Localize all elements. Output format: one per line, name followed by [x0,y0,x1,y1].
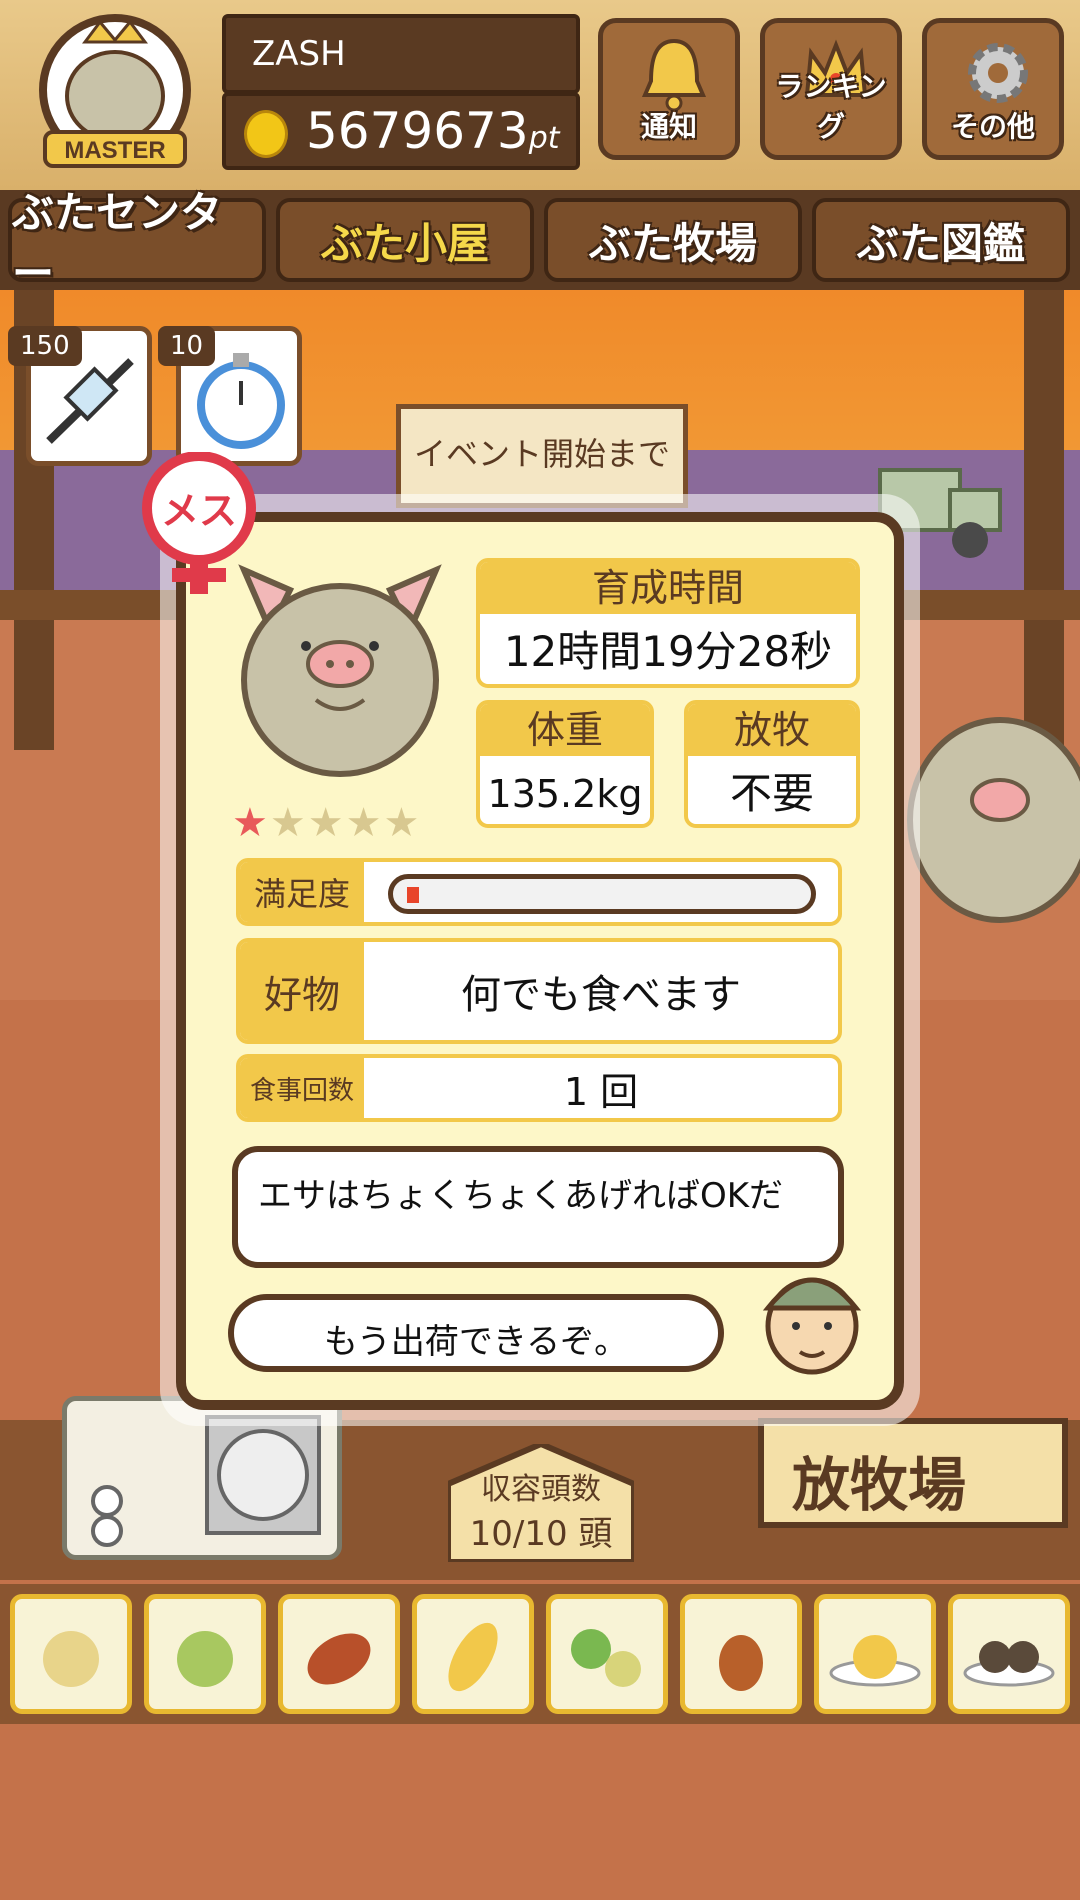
vegetables-icon [571,1629,641,1687]
speech-bubble-tip: エサはちょくちょくあげればOKだ [232,1146,844,1268]
background-pig [907,717,1080,923]
player-name-plate: ZASH [222,14,580,94]
speech-message-2: もう出荷できるぞ。 [323,1322,629,1362]
wooden-pillar-right [1024,290,1064,750]
ranking-label: ランキング [775,70,887,143]
grain-pile-icon [43,1631,99,1687]
tab-buta-goya[interactable]: ぶた小屋 [276,198,534,282]
satisfaction-meter-fill [407,887,419,903]
tab-buta-zukan[interactable]: ぶた図鑑 [812,198,1070,282]
points-display: 5679673pt [306,102,560,160]
stopwatch-count: 10 [158,326,216,366]
speech-bubble-shipping: もう出荷できるぞ。 [228,1294,724,1372]
event-sign-text: イベント開始まで [413,435,670,473]
bell-icon [641,38,707,112]
satisfaction-row: 満足度 [236,858,842,926]
food-slot-corn[interactable] [412,1594,534,1714]
main-tabs: ぶたセンター ぶた小屋 ぶた牧場 ぶた図鑑 [0,188,1080,298]
pasture-sign-button[interactable]: 放牧場 [758,1418,1068,1528]
points-plate: 5679673pt [222,92,580,170]
speech-message-1: エサはちょくちょくあげればOKだ [258,1176,784,1216]
growth-time-box: 育成時間 12時間19分28秒 [476,558,860,688]
truffle-plate-icon [963,1641,1055,1687]
other-button[interactable]: その他 [922,18,1064,160]
ranking-button[interactable]: ランキング [760,18,902,160]
capacity-sign: 収容頭数 10/10 頭 [448,1444,634,1562]
pig-portrait [238,564,442,777]
food-slot-sweet-potato[interactable] [278,1594,400,1714]
weight-box: 体重 135.2kg [476,700,654,828]
points-unit: pt [528,121,560,156]
syringe-count: 150 [8,326,82,366]
satisfaction-label: 満足度 [240,862,364,922]
meals-label: 食事回数 [240,1058,364,1118]
tab-buta-bokujo[interactable]: ぶた牧場 [544,198,802,282]
favorite-value: 何でも食べます [461,972,741,1018]
grazing-label: 放牧 [688,704,856,756]
food-bar [0,1584,1080,1724]
notification-label: 通知 [640,110,697,143]
food-slot-grain[interactable] [10,1594,132,1714]
acorn-icon [719,1635,763,1691]
food-slot-mixed-grain[interactable] [144,1594,266,1714]
mixed-grain-icon [177,1631,233,1687]
corn-icon [448,1622,498,1692]
favorite-food-row: 好物 何でも食べます [236,938,842,1044]
capacity-label: 収容頭数 [481,1472,601,1507]
star-filled-icon: ★ [232,800,270,846]
tab-buta-center[interactable]: ぶたセンター [8,188,266,298]
header: MASTER ZASH 5679673pt 通知 ランキング その他 [0,0,1080,190]
player-name: ZASH [252,34,346,74]
meals-value: 1 回 [563,1069,639,1114]
farmer-face-icon [762,1277,862,1375]
pasture-sign-label: 放牧場 [792,1451,967,1519]
weight-label: 体重 [480,704,650,756]
star-empty-icon: ★★★★ [269,800,422,846]
gear-icon [968,43,1028,103]
grain-plate-icon [829,1635,921,1687]
master-badge-label: MASTER [64,137,165,164]
favorite-label: 好物 [240,942,364,1040]
coin-icon [244,110,288,158]
sweet-potato-icon [307,1633,371,1685]
weight-value: 135.2kg [487,772,643,816]
growth-time-value: 12時間19分28秒 [503,627,833,676]
food-slot-truffle-plate[interactable] [948,1594,1070,1714]
satisfaction-meter [388,874,816,914]
grazing-box: 放牧 不要 [684,700,860,828]
food-slot-grain-plate[interactable] [814,1594,936,1714]
food-slot-vegetables[interactable] [546,1594,668,1714]
food-slot-acorn[interactable] [680,1594,802,1714]
master-badge[interactable]: MASTER [30,12,200,172]
growth-time-label: 育成時間 [480,562,856,614]
meal-count-row: 食事回数 1 回 [236,1054,842,1122]
notification-button[interactable]: 通知 [598,18,740,160]
event-countdown-sign: イベント開始まで [396,404,688,508]
capacity-value: 10/10 頭 [469,1514,613,1554]
gender-label: メス [161,489,237,533]
points-value: 5679673 [306,102,529,160]
rating-stars: ★★★★★ [232,800,421,846]
other-label: その他 [950,110,1035,143]
grazing-value: 不要 [729,769,814,818]
